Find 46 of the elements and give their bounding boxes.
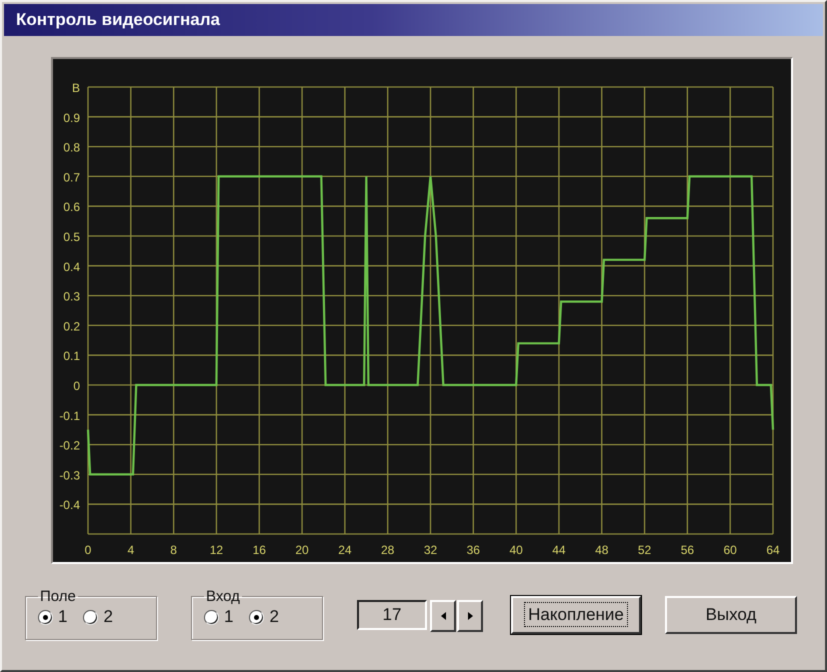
axis-label: -0.2 bbox=[59, 438, 80, 453]
axis-label: 52 bbox=[638, 543, 652, 557]
increment-button[interactable] bbox=[457, 600, 483, 632]
axis-label: 64 bbox=[766, 543, 780, 557]
axis-label: 4 bbox=[127, 543, 134, 557]
radio-option[interactable]: 1 bbox=[204, 607, 234, 627]
radio-option[interactable]: 2 bbox=[83, 607, 113, 627]
axis-label: 32 bbox=[424, 543, 438, 557]
group-label: Поле bbox=[39, 588, 77, 605]
radio-option[interactable]: 2 bbox=[249, 607, 279, 627]
axis-label: 40 bbox=[509, 543, 523, 557]
radio-option[interactable]: 1 bbox=[38, 607, 68, 627]
axis-label: 0.7 bbox=[63, 170, 80, 184]
axis-label: 0.4 bbox=[63, 260, 80, 274]
dialog-button[interactable]: Выход bbox=[665, 596, 797, 634]
axis-label: 60 bbox=[724, 543, 737, 557]
axis-label: 56 bbox=[680, 543, 694, 557]
axis-label: 28 bbox=[381, 543, 394, 557]
left-arrow-icon bbox=[440, 612, 446, 620]
axis-label: 0.6 bbox=[63, 200, 80, 214]
group-label: Вход bbox=[205, 588, 241, 605]
axis-label: 36 bbox=[466, 543, 480, 557]
axis-label: 0 bbox=[84, 543, 92, 557]
axis-label: -0.4 bbox=[59, 498, 80, 512]
axis-label: 0.1 bbox=[63, 349, 80, 364]
axis-label: 44 bbox=[552, 543, 566, 557]
axis-label: 0 bbox=[73, 379, 80, 393]
axis-label: 20 bbox=[295, 543, 309, 557]
axis-label: 0.2 bbox=[63, 319, 80, 334]
axis-label: 0.3 bbox=[63, 290, 80, 304]
axis-label: 12 bbox=[210, 543, 224, 557]
axis-label: -0.3 bbox=[59, 468, 80, 482]
decrement-button[interactable] bbox=[430, 600, 456, 632]
axis-label: 48 bbox=[595, 543, 608, 557]
axis-label: 0.9 bbox=[63, 110, 80, 125]
window-title: Контроль видеосигнала bbox=[16, 10, 220, 30]
axis-label: 8 bbox=[170, 543, 177, 557]
axis-label: -0.1 bbox=[59, 408, 80, 423]
axis-label: 16 bbox=[252, 543, 266, 557]
right-arrow-icon bbox=[468, 612, 472, 620]
axis-label: В bbox=[72, 81, 80, 95]
axis-label: 0.5 bbox=[63, 230, 80, 244]
axis-label: 24 bbox=[338, 543, 352, 557]
axis-label: 0.8 bbox=[63, 140, 80, 155]
counter-field[interactable]: 17 bbox=[357, 600, 427, 630]
dialog-button[interactable]: Накопление bbox=[511, 596, 641, 634]
